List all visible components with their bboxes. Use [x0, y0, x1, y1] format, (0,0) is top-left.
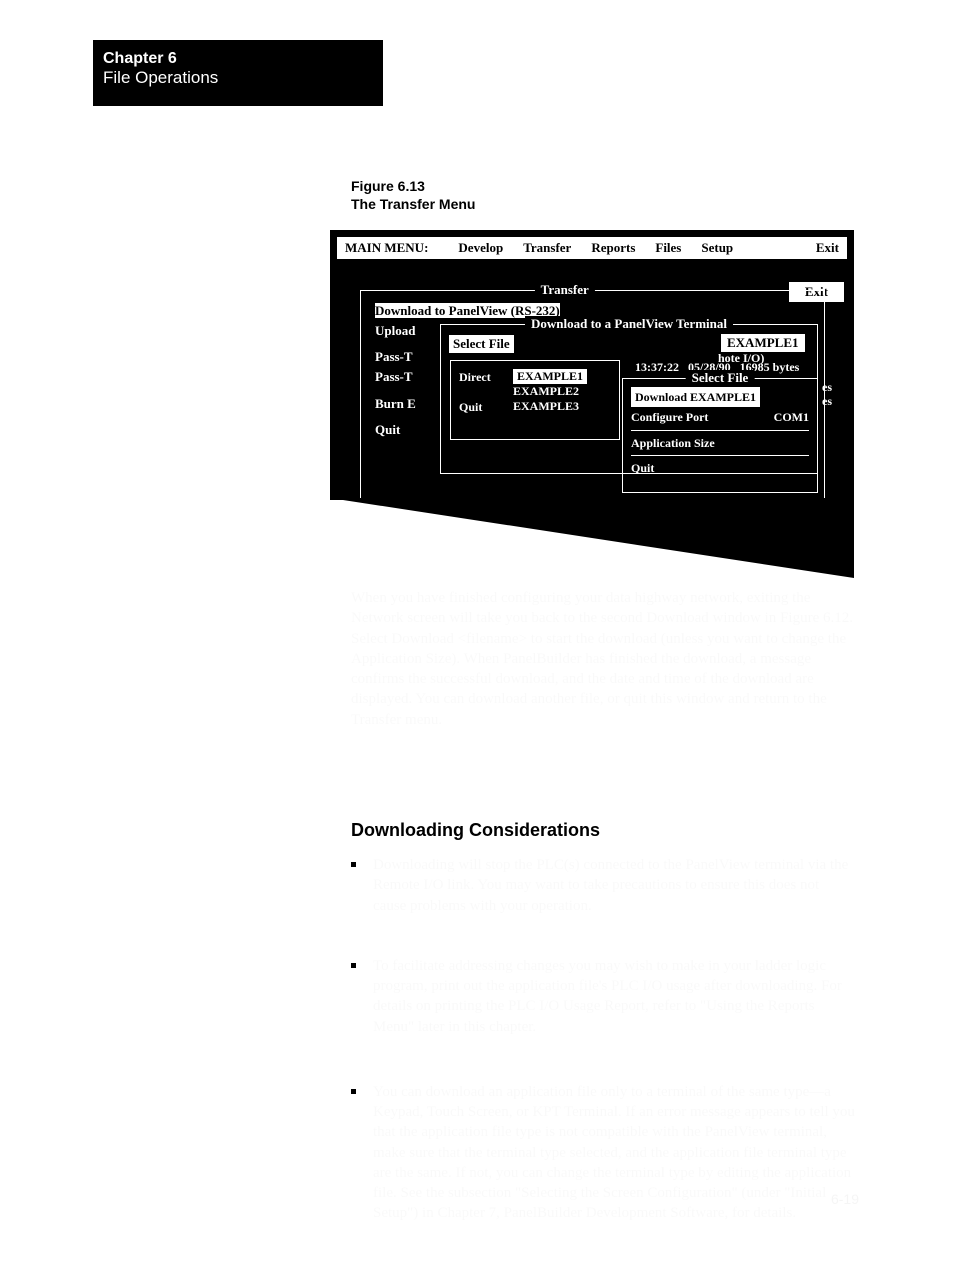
- figure-torn-edge: [330, 498, 854, 578]
- bullet-icon: [351, 1089, 356, 1094]
- file-time: 13:37:22: [635, 360, 679, 374]
- download-panel-title: Download to a PanelView Terminal: [525, 316, 733, 332]
- menu-develop[interactable]: Develop: [458, 240, 503, 256]
- download-selected-button[interactable]: Download EXAMPLE1: [631, 387, 760, 407]
- bullet-icon: [351, 963, 356, 968]
- menu-files[interactable]: Files: [655, 240, 681, 256]
- main-menubar: MAIN MENU: Develop Transfer Reports File…: [337, 237, 847, 259]
- file-list: EXAMPLE1 EXAMPLE2 EXAMPLE3: [513, 369, 587, 414]
- section-heading: Downloading Considerations: [351, 820, 600, 841]
- menu-transfer[interactable]: Transfer: [523, 240, 571, 256]
- file-info-quit[interactable]: Quit: [631, 458, 809, 478]
- bullet-icon: [351, 862, 356, 867]
- configure-port-value: COM1: [774, 407, 809, 427]
- bytes-fragment-1: es: [822, 380, 832, 395]
- select-file-left-items: Direct Quit: [459, 369, 491, 415]
- bullet-3-text: You can download an application file onl…: [373, 1082, 856, 1224]
- file-info-panel-title: Select File: [686, 370, 755, 386]
- select-file-label[interactable]: Select File: [449, 335, 514, 353]
- transfer-panel-title: Transfer: [535, 282, 595, 298]
- figure-number: Figure 6.13: [351, 178, 475, 196]
- chapter-header: Chapter 6 File Operations: [93, 40, 383, 106]
- select-file-direct[interactable]: Direct: [459, 369, 491, 385]
- bullet-1-text: Downloading will stop the PLC(s) connect…: [373, 855, 856, 916]
- figure-title: The Transfer Menu: [351, 196, 475, 214]
- bullet-1: Downloading will stop the PLC(s) connect…: [351, 855, 856, 916]
- figure-caption: Figure 6.13 The Transfer Menu: [351, 178, 475, 213]
- menubar-title: MAIN MENU:: [345, 240, 428, 256]
- figure-transfer-menu: MAIN MENU: Develop Transfer Reports File…: [330, 230, 854, 500]
- bullet-3: You can download an application file onl…: [351, 1082, 856, 1224]
- application-size-label[interactable]: Application Size: [631, 433, 809, 453]
- page-number: 6-19: [831, 1191, 859, 1207]
- file-info-panel: Select File Download EXAMPLE1 Configure …: [622, 378, 818, 493]
- file-example1[interactable]: EXAMPLE1: [513, 369, 587, 384]
- menu-setup[interactable]: Setup: [701, 240, 733, 256]
- bullet-2-text: To facilitate addressing changes you may…: [373, 956, 856, 1037]
- intro-paragraph: When you have finished configuring your …: [351, 588, 856, 730]
- chapter-title: Chapter 6: [103, 50, 383, 68]
- select-file-popup: Direct Quit EXAMPLE1 EXAMPLE2 EXAMPLE3: [450, 360, 620, 440]
- chapter-subtitle: File Operations: [103, 68, 383, 88]
- file-example2[interactable]: EXAMPLE2: [513, 384, 587, 399]
- bullet-2: To facilitate addressing changes you may…: [351, 956, 856, 1037]
- file-example3[interactable]: EXAMPLE3: [513, 399, 587, 414]
- select-file-quit[interactable]: Quit: [459, 399, 491, 415]
- configure-port-label[interactable]: Configure Port: [631, 410, 708, 424]
- bytes-fragment-2: es: [822, 394, 832, 409]
- select-file-value: EXAMPLE1: [721, 334, 805, 352]
- menu-exit[interactable]: Exit: [816, 240, 839, 256]
- menu-reports[interactable]: Reports: [591, 240, 635, 256]
- bullets-list: Downloading will stop the PLC(s) connect…: [351, 855, 856, 1264]
